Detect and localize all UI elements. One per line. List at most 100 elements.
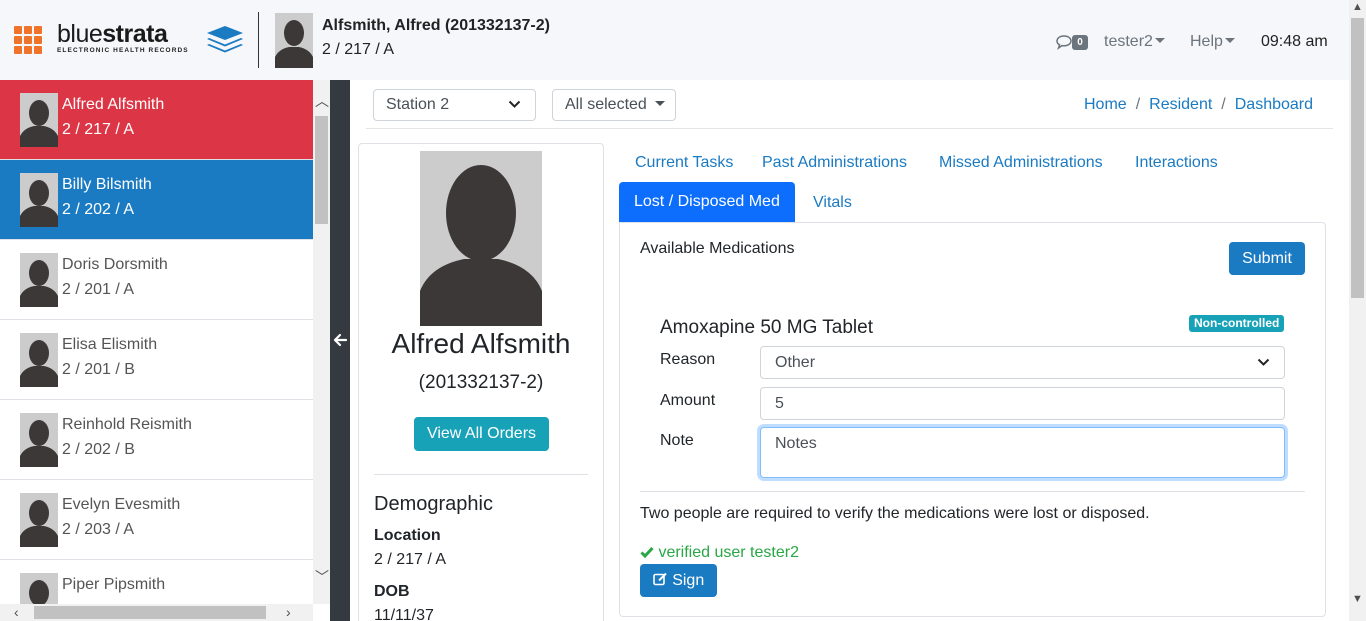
sidebar-vertical-scrollbar[interactable]: ︿ ﹀: [313, 80, 330, 604]
resident-item[interactable]: Piper Pipsmith: [0, 560, 313, 604]
dob-value: 11/11/37: [374, 607, 434, 621]
amount-label: Amount: [660, 392, 716, 409]
main-content: Station 2 All selected Home / Resident / Das…: [350, 80, 1349, 621]
resident-name: Doris Dorsmith: [62, 256, 168, 273]
chevron-down-icon[interactable]: ﹀: [315, 570, 329, 584]
bluestrata-logo[interactable]: bluestrata ELECTRONIC HEALTH RECORDS: [57, 20, 247, 60]
header-divider: [258, 12, 259, 68]
resident-item[interactable]: Billy Bilsmith 2 / 202 / A: [0, 160, 313, 240]
breadcrumb-resident[interactable]: Resident: [1149, 96, 1212, 113]
note-textarea[interactable]: Notes: [760, 427, 1285, 478]
sidebar-collapse-bar[interactable]: [330, 80, 350, 621]
reason-select[interactable]: Other: [760, 346, 1285, 379]
tab-vitals[interactable]: Vitals: [813, 194, 852, 212]
resident-photo: [420, 151, 542, 326]
chat-icon: [1056, 35, 1072, 50]
resident-avatar: [20, 253, 58, 307]
medication-name: Amoxapine 50 MG Tablet: [660, 317, 873, 338]
check-icon: [640, 546, 654, 558]
breadcrumb: Home / Resident / Dashboard: [1084, 96, 1314, 113]
resident-avatar: [20, 93, 58, 147]
tab-current-tasks[interactable]: Current Tasks: [635, 154, 733, 172]
arrow-left-icon[interactable]: [332, 332, 348, 348]
sign-button[interactable]: Sign: [640, 564, 717, 597]
resident-avatar: [20, 173, 58, 227]
resident-name: Piper Pipsmith: [62, 576, 166, 593]
resident-item[interactable]: Elisa Elismith 2 / 201 / B: [0, 320, 313, 400]
reason-label: Reason: [660, 351, 716, 368]
message-count-badge: 0: [1072, 35, 1088, 50]
resident-name: Billy Bilsmith: [62, 176, 152, 193]
divider: [366, 128, 1333, 129]
edit-icon: [652, 572, 667, 586]
clock: 09:48 am: [1261, 33, 1328, 50]
lost-disposed-panel: Available Medications Submit Amoxapine 5…: [619, 222, 1326, 617]
user-menu[interactable]: tester2: [1104, 33, 1165, 51]
tab-interactions[interactable]: Interactions: [1135, 154, 1218, 172]
page-scroll-thumb[interactable]: [1351, 18, 1364, 298]
tab-missed-administrations[interactable]: Missed Administrations: [939, 154, 1103, 172]
selection-filter-value: All selected: [565, 96, 647, 113]
divider: [640, 491, 1305, 492]
top-bar: bluestrata ELECTRONIC HEALTH RECORDS Alf…: [0, 0, 1349, 80]
sidebar-scroll-thumb[interactable]: [315, 116, 328, 224]
station-select[interactable]: Station 2: [373, 89, 536, 121]
verification-note: Two people are required to verify the me…: [640, 505, 1150, 522]
page-vertical-scrollbar[interactable]: ▲ ▼: [1349, 0, 1366, 621]
divider: [374, 474, 588, 475]
chevron-down-icon: [508, 100, 521, 108]
app-window: bluestrata ELECTRONIC HEALTH RECORDS Alf…: [0, 0, 1366, 621]
sidebar-horizontal-scrollbar[interactable]: ‹ ›: [0, 604, 313, 621]
patient-avatar: [275, 13, 313, 68]
breadcrumb-home[interactable]: Home: [1084, 96, 1127, 113]
messages-button[interactable]: 0: [1056, 34, 1088, 52]
note-label: Note: [660, 432, 694, 449]
scroll-down-arrow-icon[interactable]: ▼: [1352, 594, 1363, 605]
controlled-status-badge: Non-controlled: [1189, 315, 1285, 332]
location-value: 2 / 217 / A: [374, 551, 447, 568]
view-all-orders-button[interactable]: View All Orders: [414, 417, 549, 451]
resident-item[interactable]: Evelyn Evesmith 2 / 203 / A: [0, 480, 313, 560]
dob-label: DOB: [374, 583, 410, 600]
chevron-left-icon[interactable]: ‹: [14, 605, 19, 619]
resident-item[interactable]: Alfred Alfsmith 2 / 217 / A: [0, 80, 313, 160]
patient-header-name: Alfsmith, Alfred (201332137-2): [322, 17, 550, 34]
app-grid-icon[interactable]: [14, 26, 42, 54]
amount-input[interactable]: 5: [760, 387, 1285, 420]
resident-avatar: [20, 573, 58, 604]
tab-lost-disposed-med[interactable]: Lost / Disposed Med: [619, 182, 795, 222]
help-menu-label: Help: [1190, 33, 1223, 50]
location-label: Location: [374, 527, 441, 544]
chevron-right-icon[interactable]: ›: [286, 605, 291, 619]
selection-filter-dropdown[interactable]: All selected: [552, 89, 676, 121]
resident-name: Evelyn Evesmith: [62, 496, 181, 513]
sign-button-label: Sign: [672, 572, 705, 589]
resident-name: Elisa Elismith: [62, 336, 158, 353]
logo-tagline: ELECTRONIC HEALTH RECORDS: [57, 47, 189, 54]
resident-name: Alfred Alfsmith: [62, 96, 165, 113]
caret-down-icon: [1154, 38, 1165, 43]
verified-user-text: verified user tester2: [658, 544, 799, 561]
resident-location: 2 / 201 / A: [62, 281, 135, 298]
resident-profile-card: Alfred Alfsmith (201332137-2) View All O…: [358, 143, 604, 621]
breadcrumb-dashboard[interactable]: Dashboard: [1235, 96, 1313, 113]
resident-avatar: [20, 333, 58, 387]
caret-down-icon: [655, 101, 666, 106]
help-menu[interactable]: Help: [1190, 33, 1235, 51]
resident-list: Alfred Alfsmith 2 / 217 / A Billy Bilsmi…: [0, 80, 313, 604]
sidebar-hscroll-thumb[interactable]: [34, 606, 266, 619]
caret-down-icon: [1224, 38, 1235, 43]
scroll-up-arrow-icon[interactable]: ▲: [1352, 2, 1363, 13]
chevron-up-icon[interactable]: ︿: [315, 94, 329, 108]
resident-avatar: [20, 493, 58, 547]
resident-location: 2 / 202 / A: [62, 201, 135, 218]
resident-item[interactable]: Reinhold Reismith 2 / 202 / B: [0, 400, 313, 480]
reason-select-value: Other: [775, 354, 816, 371]
resident-avatar: [20, 413, 58, 467]
tab-past-administrations[interactable]: Past Administrations: [762, 154, 907, 172]
submit-button[interactable]: Submit: [1229, 242, 1305, 275]
verified-user-status: verified user tester2: [640, 544, 799, 562]
resident-location: 2 / 202 / B: [62, 441, 135, 458]
chevron-down-icon: [1257, 358, 1270, 366]
resident-item[interactable]: Doris Dorsmith 2 / 201 / A: [0, 240, 313, 320]
